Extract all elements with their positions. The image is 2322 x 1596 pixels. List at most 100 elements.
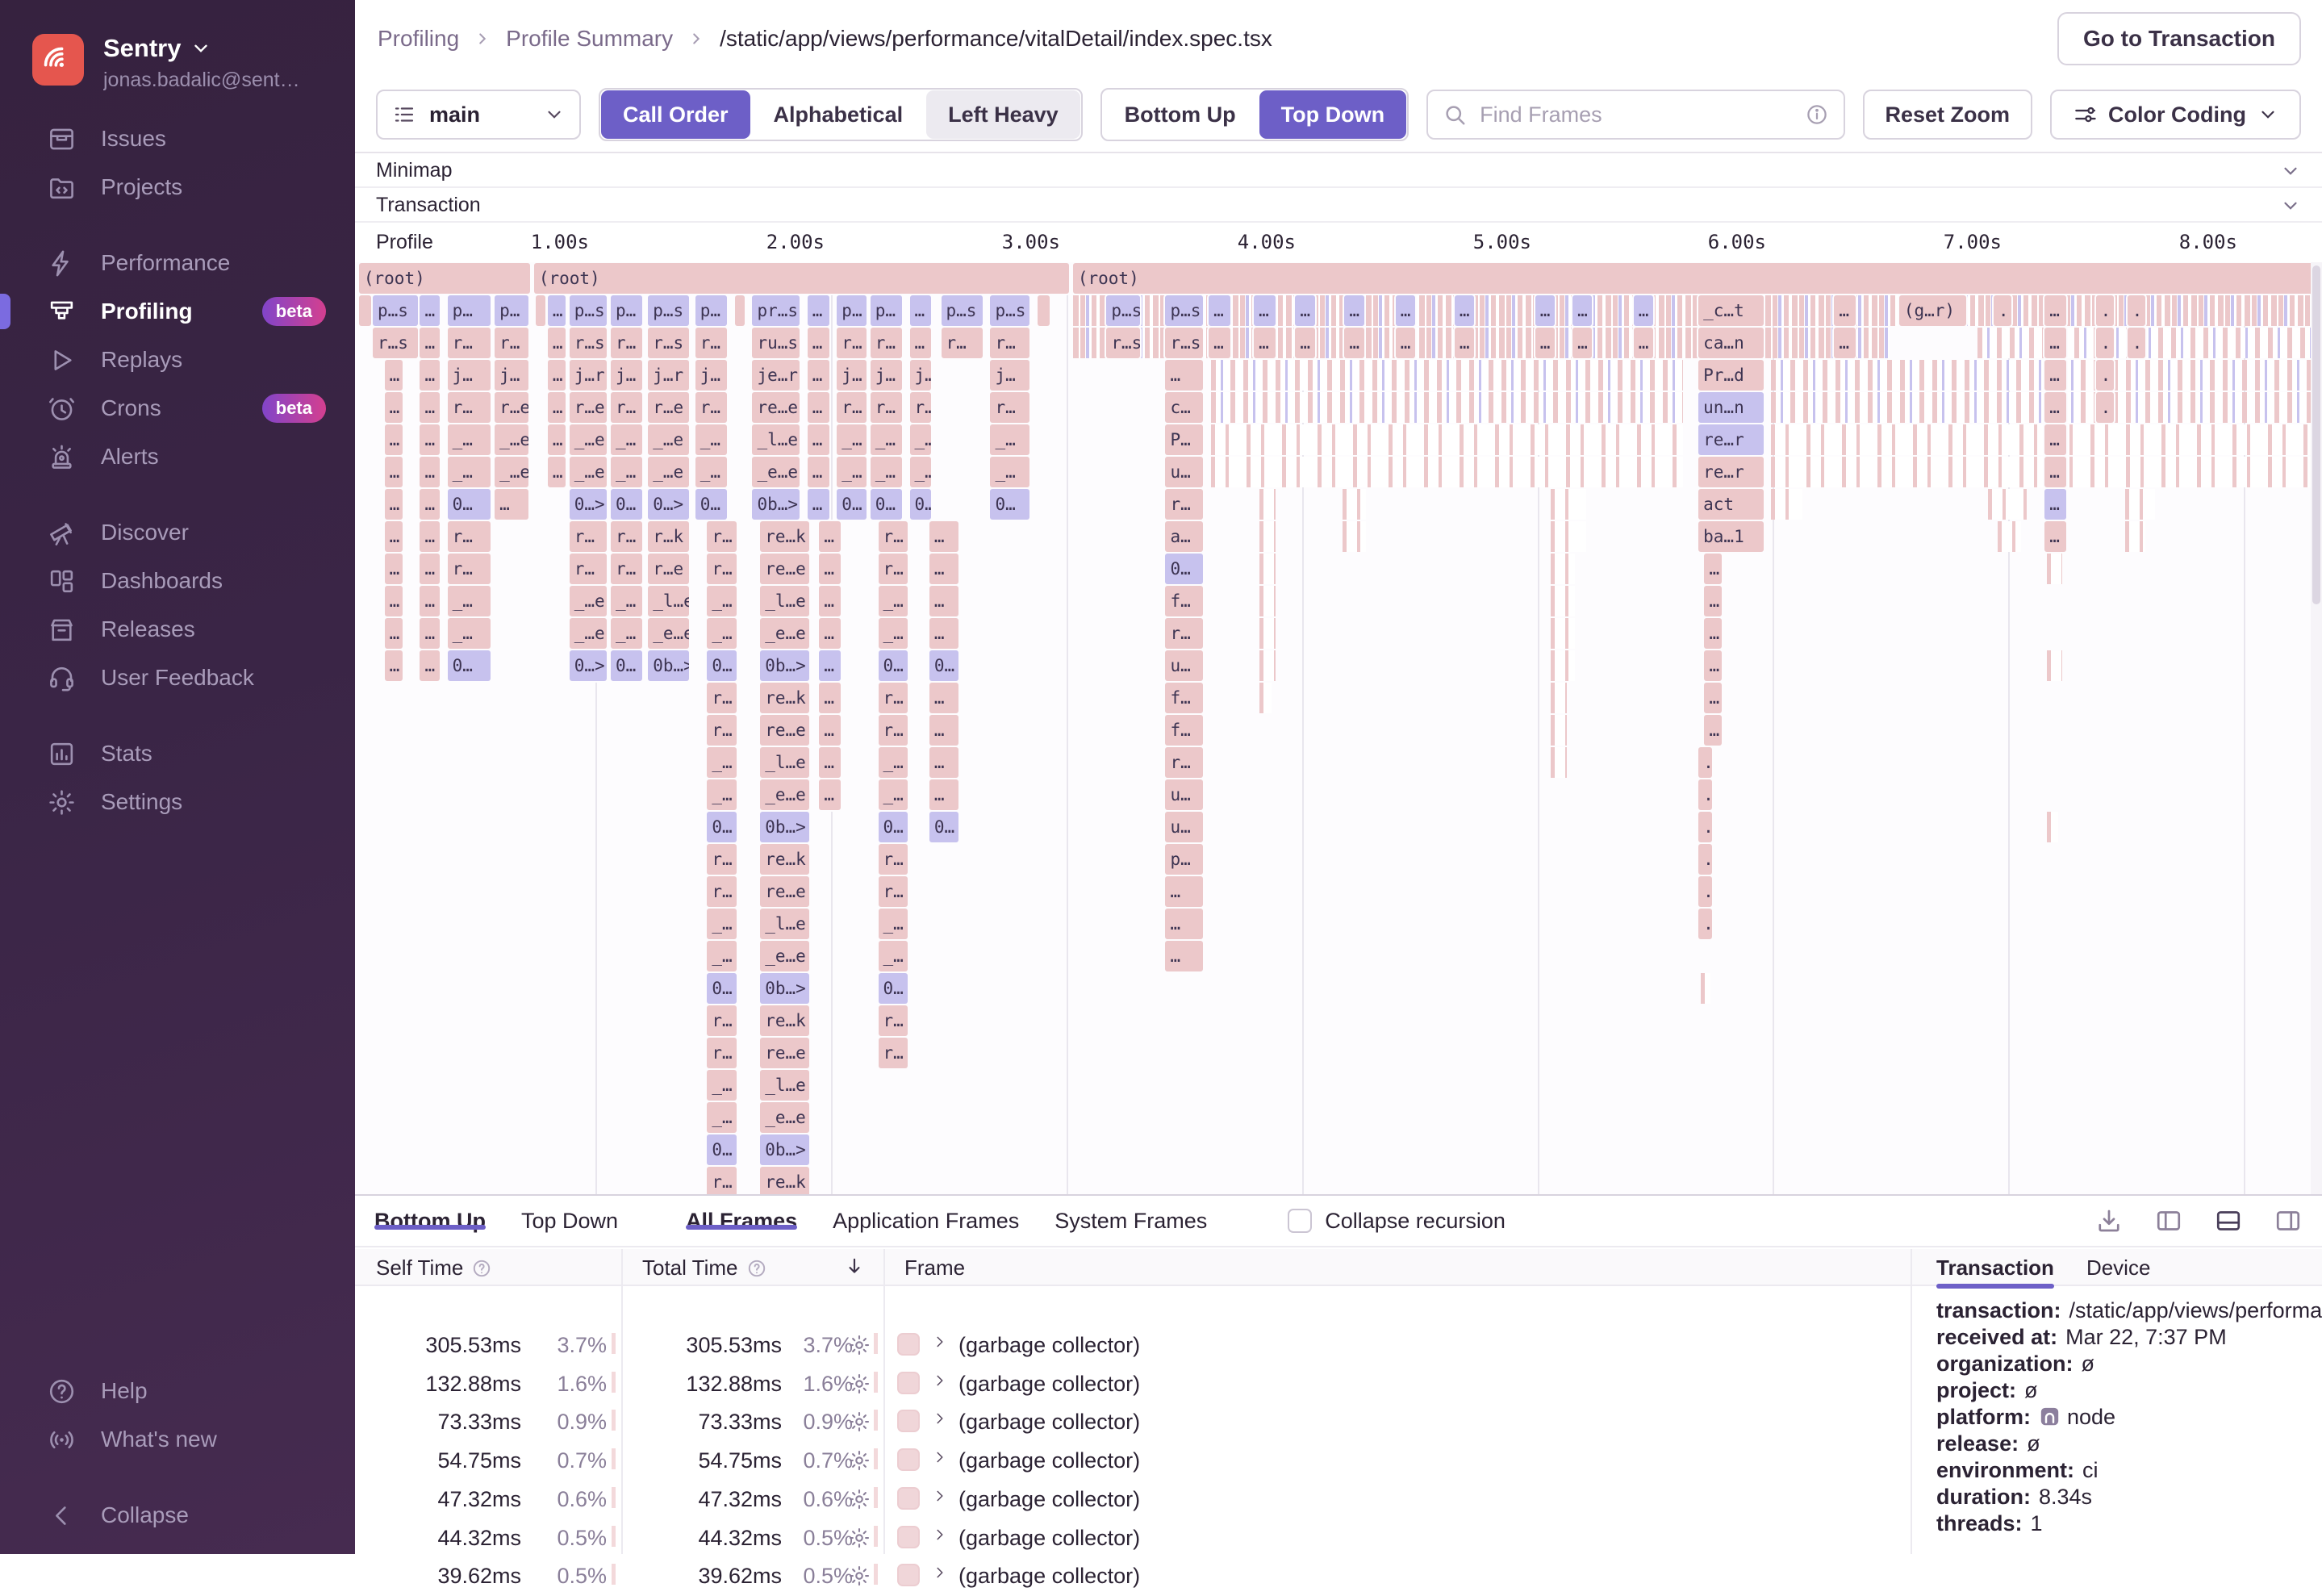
flame-frame[interactable]: _…	[990, 457, 1029, 487]
minimap-section-row[interactable]: Minimap	[355, 155, 2322, 188]
flame-frame[interactable]: …	[495, 489, 528, 520]
flame-frame[interactable]: …	[819, 618, 841, 649]
flame-frame[interactable]: …	[1165, 876, 1202, 907]
flame-frame[interactable]: r…	[1165, 489, 1202, 520]
flame-frame[interactable]: (root)	[534, 263, 1069, 294]
chevron-right-icon[interactable]	[931, 1526, 949, 1544]
flame-frame[interactable]: …	[1254, 328, 1276, 358]
self-time-header[interactable]: Self Time	[376, 1255, 492, 1281]
flame-frame[interactable]: _…e	[570, 586, 607, 616]
flame-frame[interactable]: _…	[707, 586, 737, 616]
flame-frame[interactable]: …	[2044, 295, 2066, 326]
flame-frame[interactable]: …	[1165, 909, 1202, 939]
flame-frame[interactable]: j…	[495, 360, 528, 391]
flame-frame[interactable]: j…r	[648, 360, 689, 391]
flame-frame[interactable]: _e…e	[752, 457, 800, 487]
flame-frame[interactable]: …	[1535, 295, 1555, 326]
flame-frame[interactable]: ..	[2096, 295, 2114, 326]
flame-frame[interactable]: r…e	[570, 392, 607, 423]
flame-frame[interactable]: …	[808, 295, 829, 326]
flame-frame[interactable]: r…	[990, 328, 1029, 358]
flame-frame[interactable]: 0…	[910, 489, 932, 520]
flame-frame[interactable]: j…	[837, 360, 867, 391]
flame-frame[interactable]: …	[1704, 650, 1722, 681]
flame-frame[interactable]: re…e	[760, 1038, 809, 1068]
flame-frame[interactable]: r…	[448, 521, 491, 552]
tab-application-frames[interactable]: Application Frames	[833, 1209, 1019, 1233]
flame-frame[interactable]: _…	[448, 457, 491, 487]
frame-settings-gear-icon[interactable]	[847, 1333, 871, 1357]
flame-frame[interactable]: (root)	[359, 263, 530, 294]
flame-frame[interactable]: _…	[611, 618, 642, 649]
flame-frame[interactable]: _…	[611, 586, 642, 616]
flame-frame[interactable]: _…e	[495, 457, 528, 487]
flame-frame[interactable]: …	[929, 521, 959, 552]
tab-bottom-up[interactable]: Bottom Up	[374, 1209, 486, 1233]
flame-frame[interactable]: _…	[879, 747, 908, 778]
details-tab-device[interactable]: Device	[2086, 1255, 2150, 1289]
flame-frame[interactable]: …	[548, 360, 566, 391]
flame-frame[interactable]: …	[1455, 295, 1474, 326]
flame-frame[interactable]: …	[1165, 360, 1202, 391]
flame-frame[interactable]: r…e	[648, 392, 689, 423]
flame-frame[interactable]: re…e	[752, 392, 800, 423]
flame-frame[interactable]: r…	[879, 521, 908, 552]
flame-frame[interactable]: j…	[695, 360, 727, 391]
direction-option-top-down[interactable]: Top Down	[1259, 90, 1406, 139]
sort-option-call-order[interactable]: Call Order	[601, 90, 750, 139]
flame-frame[interactable]: _l…e	[760, 1070, 809, 1101]
flame-frame[interactable]: re…k	[760, 844, 809, 875]
flame-frame[interactable]: _…e	[648, 457, 689, 487]
flame-frame[interactable]: 0…	[837, 489, 867, 520]
flame-frame[interactable]: ..	[1698, 909, 1712, 939]
flame-frame[interactable]: …	[385, 618, 403, 649]
flame-frame[interactable]: r…	[448, 328, 491, 358]
flame-frame[interactable]: j…	[990, 360, 1029, 391]
flame-frame[interactable]: p…s	[570, 295, 607, 326]
flame-frame[interactable]: _…	[707, 941, 737, 971]
flame-frame[interactable]	[359, 295, 371, 326]
flame-frame[interactable]: …	[420, 328, 439, 358]
flame-frame[interactable]: …	[1254, 295, 1276, 326]
flame-frame[interactable]: _…	[707, 909, 737, 939]
direction-option-bottom-up[interactable]: Bottom Up	[1103, 90, 1258, 139]
sidebar-item-help[interactable]: Help	[0, 1367, 355, 1415]
flame-frame[interactable]: …	[385, 586, 403, 616]
flame-frame[interactable]: _…	[448, 424, 491, 455]
flame-frame[interactable]: _e…e	[648, 618, 689, 649]
flame-frame[interactable]: …	[808, 457, 829, 487]
flame-frame[interactable]: u…	[1165, 779, 1202, 810]
flame-frame[interactable]: ..	[1698, 779, 1712, 810]
details-tab-transaction[interactable]: Transaction	[1936, 1255, 2054, 1289]
flame-frame[interactable]: r…	[707, 554, 737, 584]
flame-frame[interactable]: r…	[879, 1038, 908, 1068]
reset-zoom-button[interactable]: Reset Zoom	[1863, 90, 2033, 140]
flame-frame[interactable]: …	[1704, 618, 1722, 649]
flame-frame[interactable]: …	[1634, 328, 1653, 358]
flame-frame[interactable]: 0…	[611, 489, 642, 520]
flame-frame[interactable]: p…	[611, 295, 642, 326]
flame-frame[interactable]: …	[385, 650, 403, 681]
flame-frame[interactable]: r…	[448, 554, 491, 584]
thread-select[interactable]: main	[376, 90, 581, 140]
flame-frame[interactable]: _…	[707, 1102, 737, 1133]
chevron-right-icon[interactable]	[931, 1487, 949, 1505]
org-switcher[interactable]: Sentry jonas.badalic@sent…	[0, 0, 355, 92]
sidebar-item-performance[interactable]: Performance	[0, 239, 355, 287]
flame-frame[interactable]: un…n	[1698, 392, 1763, 423]
flame-frame[interactable]: 0…>	[570, 650, 607, 681]
flame-frame[interactable]: _…	[707, 1070, 737, 1101]
breadcrumb-profiling[interactable]: Profiling	[378, 26, 459, 52]
flame-frame[interactable]: …	[2044, 360, 2066, 391]
flame-frame[interactable]: …	[420, 424, 439, 455]
frame-settings-gear-icon[interactable]	[847, 1372, 871, 1396]
flame-frame[interactable]: pr…s	[752, 295, 800, 326]
flame-frame[interactable]: …	[1572, 295, 1592, 326]
flame-frame[interactable]: …	[808, 424, 829, 455]
flame-frame[interactable]: ca…n	[1698, 328, 1763, 358]
flame-frame[interactable]: …	[2044, 457, 2066, 487]
flame-frame[interactable]: …	[808, 489, 829, 520]
flame-frame[interactable]: …	[819, 521, 841, 552]
flame-frame[interactable]: _l…e	[752, 424, 800, 455]
flame-frame[interactable]: r…e	[495, 392, 528, 423]
